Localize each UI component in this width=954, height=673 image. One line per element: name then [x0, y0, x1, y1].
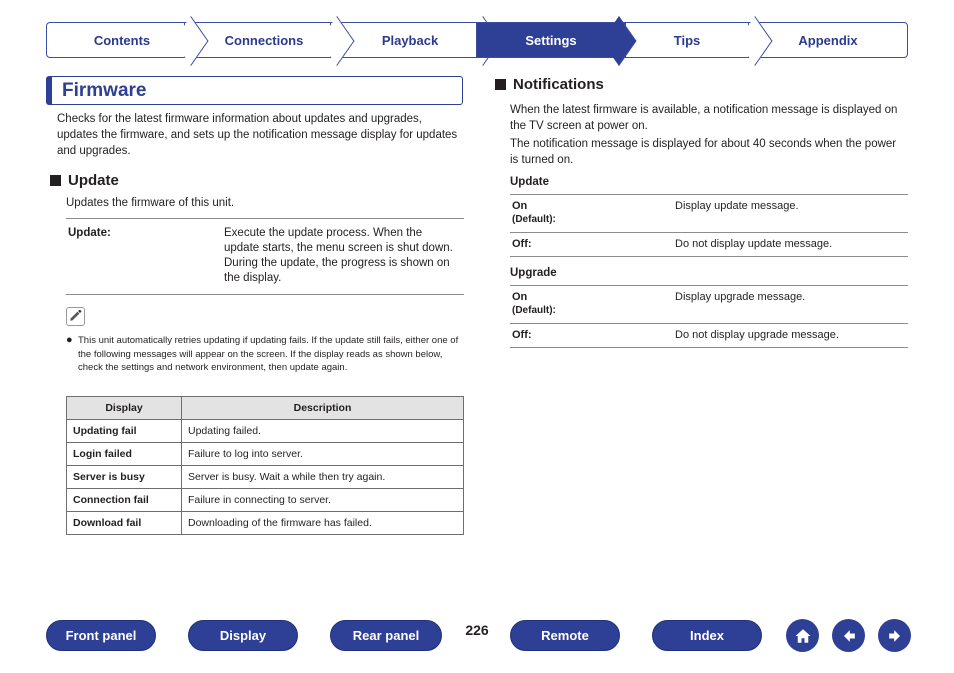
footer-button-rear-panel[interactable]: Rear panel: [330, 620, 442, 651]
home-icon: [795, 628, 810, 643]
cell-description: Server is busy. Wait a while then try ag…: [181, 465, 464, 489]
cell-display: Download fail: [66, 511, 182, 535]
cell-description: Updating failed.: [181, 419, 464, 443]
footer-button-front-panel[interactable]: Front panel: [46, 620, 156, 651]
forward-arrow-icon: [888, 629, 900, 642]
cell-description: Failure in connecting to server.: [181, 488, 464, 512]
notif-upgrade-value-off: Do not display upgrade message.: [665, 323, 908, 348]
table-row: Server is busy Server is busy. Wait a wh…: [66, 465, 464, 489]
tab-label: Playback: [381, 32, 439, 48]
footer-button-label: Rear panel: [352, 628, 420, 643]
black-square-icon: [50, 175, 61, 186]
cell-display: Connection fail: [66, 488, 182, 512]
notif-upgrade-key-off: Off:: [510, 323, 665, 348]
section-heading-update: Update: [50, 172, 119, 189]
table-row: Update: Execute the update process. When…: [66, 218, 464, 295]
notif-upgrade-key-on: On (Default):: [510, 285, 665, 324]
cell-description: Downloading of the firmware has failed.: [181, 511, 464, 535]
forward-button[interactable]: [878, 619, 911, 652]
table-header-row: Display Description: [66, 396, 464, 420]
notification-update-table: On (Default): Display update message. Of…: [510, 194, 908, 257]
pencil-icon: [70, 310, 82, 321]
table-row: Off: Do not display upgrade message.: [510, 323, 908, 348]
footer-button-display[interactable]: Display: [188, 620, 298, 651]
update-subtext: Updates the firmware of this unit.: [66, 197, 235, 209]
notif-update-default: (Default):: [512, 213, 663, 227]
page-root: Contents Connections Playback Settings T…: [0, 0, 954, 673]
tab-label: Settings: [525, 32, 577, 48]
section-heading-notifications: Notifications: [495, 76, 604, 93]
table-row: Updating fail Updating failed.: [66, 419, 464, 443]
notif-update-key-off-label: Off:: [512, 238, 532, 250]
bullet-icon: ●: [66, 334, 73, 346]
tab-contents[interactable]: Contents: [46, 22, 198, 58]
notif-upgrade-key-off-label: Off:: [512, 329, 532, 341]
section-heading-update-label: Update: [68, 172, 119, 189]
cell-display: Updating fail: [66, 419, 182, 443]
table-row: Login failed Failure to log into server.: [66, 442, 464, 466]
update-row-value: Execute the update process. When the upd…: [214, 218, 464, 295]
table-row: Connection fail Failure in connecting to…: [66, 488, 464, 512]
footer-button-label: Remote: [541, 628, 589, 643]
tab-label: Contents: [93, 32, 151, 48]
back-arrow-icon: [843, 629, 855, 642]
table-row: On (Default): Display upgrade message.: [510, 285, 908, 324]
footer-button-index[interactable]: Index: [652, 620, 762, 651]
notifications-paragraph-1: When the latest firmware is available, a…: [510, 104, 898, 132]
tab-label: Tips: [673, 32, 701, 48]
cell-description: Failure to log into server.: [181, 442, 464, 466]
col-header-display: Display: [66, 396, 182, 420]
notif-update-value-on: Display update message.: [665, 194, 908, 233]
notif-upgrade-default: (Default):: [512, 304, 663, 318]
col-header-description: Description: [181, 396, 464, 420]
black-square-icon: [495, 79, 506, 90]
table-row: Off: Do not display update message.: [510, 232, 908, 257]
tab-settings[interactable]: Settings: [476, 22, 626, 58]
notif-update-key-on-label: On: [512, 200, 528, 212]
notifications-paragraph-2: The notification message is displayed fo…: [510, 138, 897, 166]
cell-display: Server is busy: [66, 465, 182, 489]
back-button[interactable]: [832, 619, 865, 652]
note-text: This unit automatically retries updating…: [78, 335, 459, 373]
notification-upgrade-table: On (Default): Display upgrade message. O…: [510, 285, 908, 348]
display-description-table: Display Description Updating fail Updati…: [66, 396, 464, 535]
note-text-block: ● This unit automatically retries updati…: [66, 334, 466, 375]
section-heading-notifications-label: Notifications: [513, 76, 604, 93]
subheading-upgrade: Upgrade: [510, 267, 557, 279]
default-label: (Default):: [512, 305, 556, 316]
footer-button-label: Front panel: [65, 628, 137, 643]
update-row-key: Update:: [66, 218, 214, 295]
footer-button-label: Index: [690, 628, 724, 643]
tab-label: Appendix: [798, 32, 858, 48]
cell-display: Login failed: [66, 442, 182, 466]
notif-upgrade-value-on: Display upgrade message.: [665, 285, 908, 324]
table-row: Download fail Downloading of the firmwar…: [66, 511, 464, 535]
page-number: 226: [465, 622, 489, 638]
note-badge: [66, 307, 85, 326]
home-button[interactable]: [786, 619, 819, 652]
default-label: (Default):: [512, 214, 556, 225]
footer-button-label: Display: [219, 628, 267, 643]
table-row: On (Default): Display update message.: [510, 194, 908, 233]
notif-update-key-off: Off:: [510, 232, 665, 257]
intro-paragraph: Checks for the latest firmware informati…: [57, 113, 458, 157]
tab-label: Connections: [224, 32, 304, 48]
notif-upgrade-key-on-label: On: [512, 291, 528, 303]
page-title: Firmware: [46, 76, 463, 105]
subheading-update: Update: [510, 176, 549, 188]
footer-button-remote[interactable]: Remote: [510, 620, 620, 651]
notif-update-value-off: Do not display update message.: [665, 232, 908, 257]
update-settings-table: Update: Execute the update process. When…: [66, 218, 464, 295]
top-tab-bar: Contents Connections Playback Settings T…: [46, 22, 908, 58]
notif-update-key-on: On (Default):: [510, 194, 665, 233]
page-title-text: Firmware: [62, 79, 147, 101]
